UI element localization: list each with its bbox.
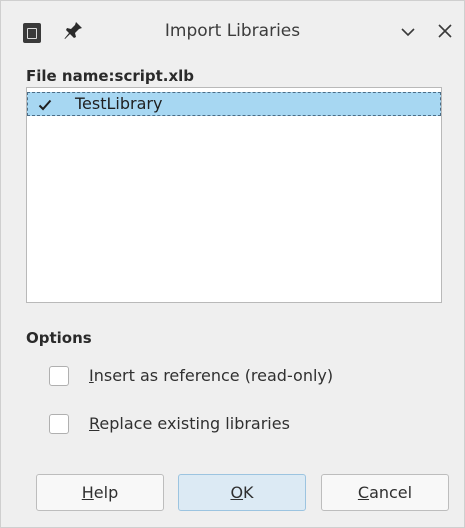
insert-as-reference-checkbox[interactable] — [49, 366, 69, 386]
button-label: ancel — [369, 483, 413, 502]
library-list[interactable]: TestLibrary — [26, 87, 442, 303]
label-text: nsert as reference (read-only) — [93, 366, 334, 385]
checkmark-icon[interactable] — [38, 98, 52, 112]
button-label: K — [243, 483, 254, 502]
mnemonic-letter: C — [357, 483, 370, 502]
close-icon[interactable] — [437, 23, 453, 39]
file-name-label: File name:script.xlb — [26, 67, 195, 85]
import-libraries-dialog: Import Libraries File name:script.xlb Te… — [0, 0, 465, 528]
title-bar[interactable]: Import Libraries — [1, 1, 464, 61]
options-heading: Options — [26, 329, 92, 347]
replace-existing-option[interactable]: Replace existing libraries — [49, 414, 429, 436]
replace-existing-label[interactable]: Replace existing libraries — [89, 414, 290, 433]
button-label: elp — [93, 483, 119, 502]
window-title: Import Libraries — [164, 21, 301, 41]
ok-button[interactable]: OK — [178, 474, 306, 511]
insert-as-reference-option[interactable]: Insert as reference (read-only) — [49, 366, 429, 388]
mnemonic-letter: H — [81, 483, 94, 502]
help-button[interactable]: Help — [36, 474, 164, 511]
replace-existing-checkbox[interactable] — [49, 414, 69, 434]
insert-as-reference-label[interactable]: Insert as reference (read-only) — [89, 366, 333, 385]
list-item[interactable]: TestLibrary — [27, 92, 441, 116]
cancel-button[interactable]: Cancel — [321, 474, 449, 511]
mnemonic-letter: R — [89, 414, 100, 433]
chevron-down-icon[interactable] — [399, 23, 417, 41]
mnemonic-letter: O — [230, 483, 244, 502]
list-item-label: TestLibrary — [75, 94, 163, 113]
label-text: eplace existing libraries — [99, 414, 290, 433]
